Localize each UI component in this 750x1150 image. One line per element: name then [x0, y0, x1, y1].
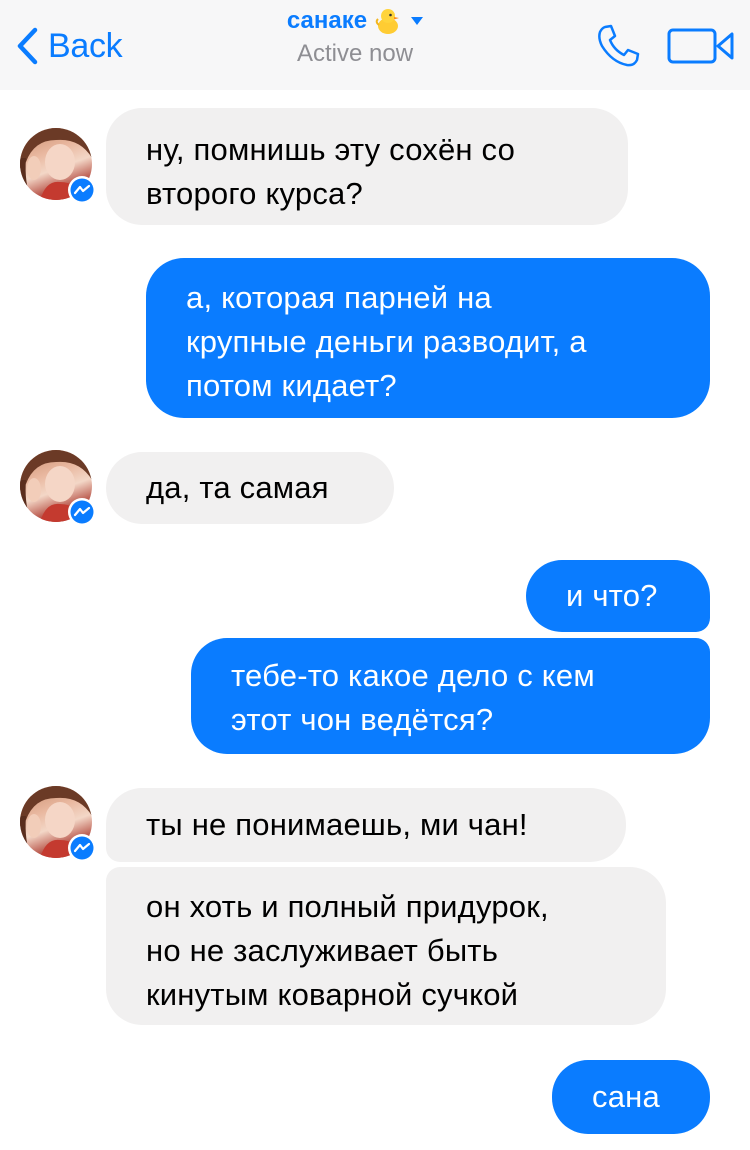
- message-text: да, та самая: [146, 470, 329, 505]
- caret-down-icon: [411, 17, 424, 25]
- message-text: и что?: [566, 578, 658, 613]
- incoming-message[interactable]: он хоть и полный придурок, но не заслужи…: [106, 867, 666, 1025]
- messenger-icon: [68, 834, 96, 862]
- incoming-message[interactable]: ну, помнишь эту сохён со второго курса?: [106, 108, 628, 225]
- message-text: а, которая парней на крупные деньги разв…: [186, 280, 587, 403]
- back-button[interactable]: Back: [16, 20, 123, 72]
- call-button[interactable]: [594, 22, 642, 70]
- contact-avatar[interactable]: [20, 128, 96, 204]
- message-text: ты не понимаешь, ми чан!: [146, 807, 528, 842]
- outgoing-message[interactable]: и что?: [526, 560, 710, 632]
- outgoing-message[interactable]: сана: [552, 1060, 710, 1134]
- conversation-title[interactable]: санаке Active now: [230, 2, 480, 68]
- phone-icon: [594, 24, 642, 74]
- messenger-icon: [68, 176, 96, 204]
- outgoing-message[interactable]: а, которая парней на крупные деньги разв…: [146, 258, 710, 418]
- message-text: ну, помнишь эту сохён со второго курса?: [146, 132, 516, 211]
- messenger-icon: [68, 498, 96, 526]
- incoming-message[interactable]: ты не понимаешь, ми чан!: [106, 788, 626, 862]
- contact-avatar[interactable]: [20, 450, 96, 526]
- active-status: Active now: [296, 40, 414, 67]
- back-label: Back: [48, 26, 123, 65]
- baby-chick-icon: [373, 6, 403, 36]
- outgoing-message[interactable]: тебе-то какое дело с кем этот чон ведётс…: [191, 638, 710, 754]
- message-text: сана: [592, 1079, 660, 1114]
- chat-header: Back санаке Active now: [0, 0, 750, 90]
- incoming-message[interactable]: да, та самая: [106, 452, 394, 524]
- contact-avatar[interactable]: [20, 786, 96, 862]
- contact-name: санаке: [286, 7, 368, 34]
- message-text: он хоть и полный придурок, но не заслужи…: [146, 889, 549, 1012]
- video-camera-icon: [666, 28, 736, 70]
- message-text: тебе-то какое дело с кем этот чон ведётс…: [231, 658, 595, 737]
- chevron-left-icon: [16, 27, 38, 65]
- video-call-button[interactable]: [666, 26, 736, 66]
